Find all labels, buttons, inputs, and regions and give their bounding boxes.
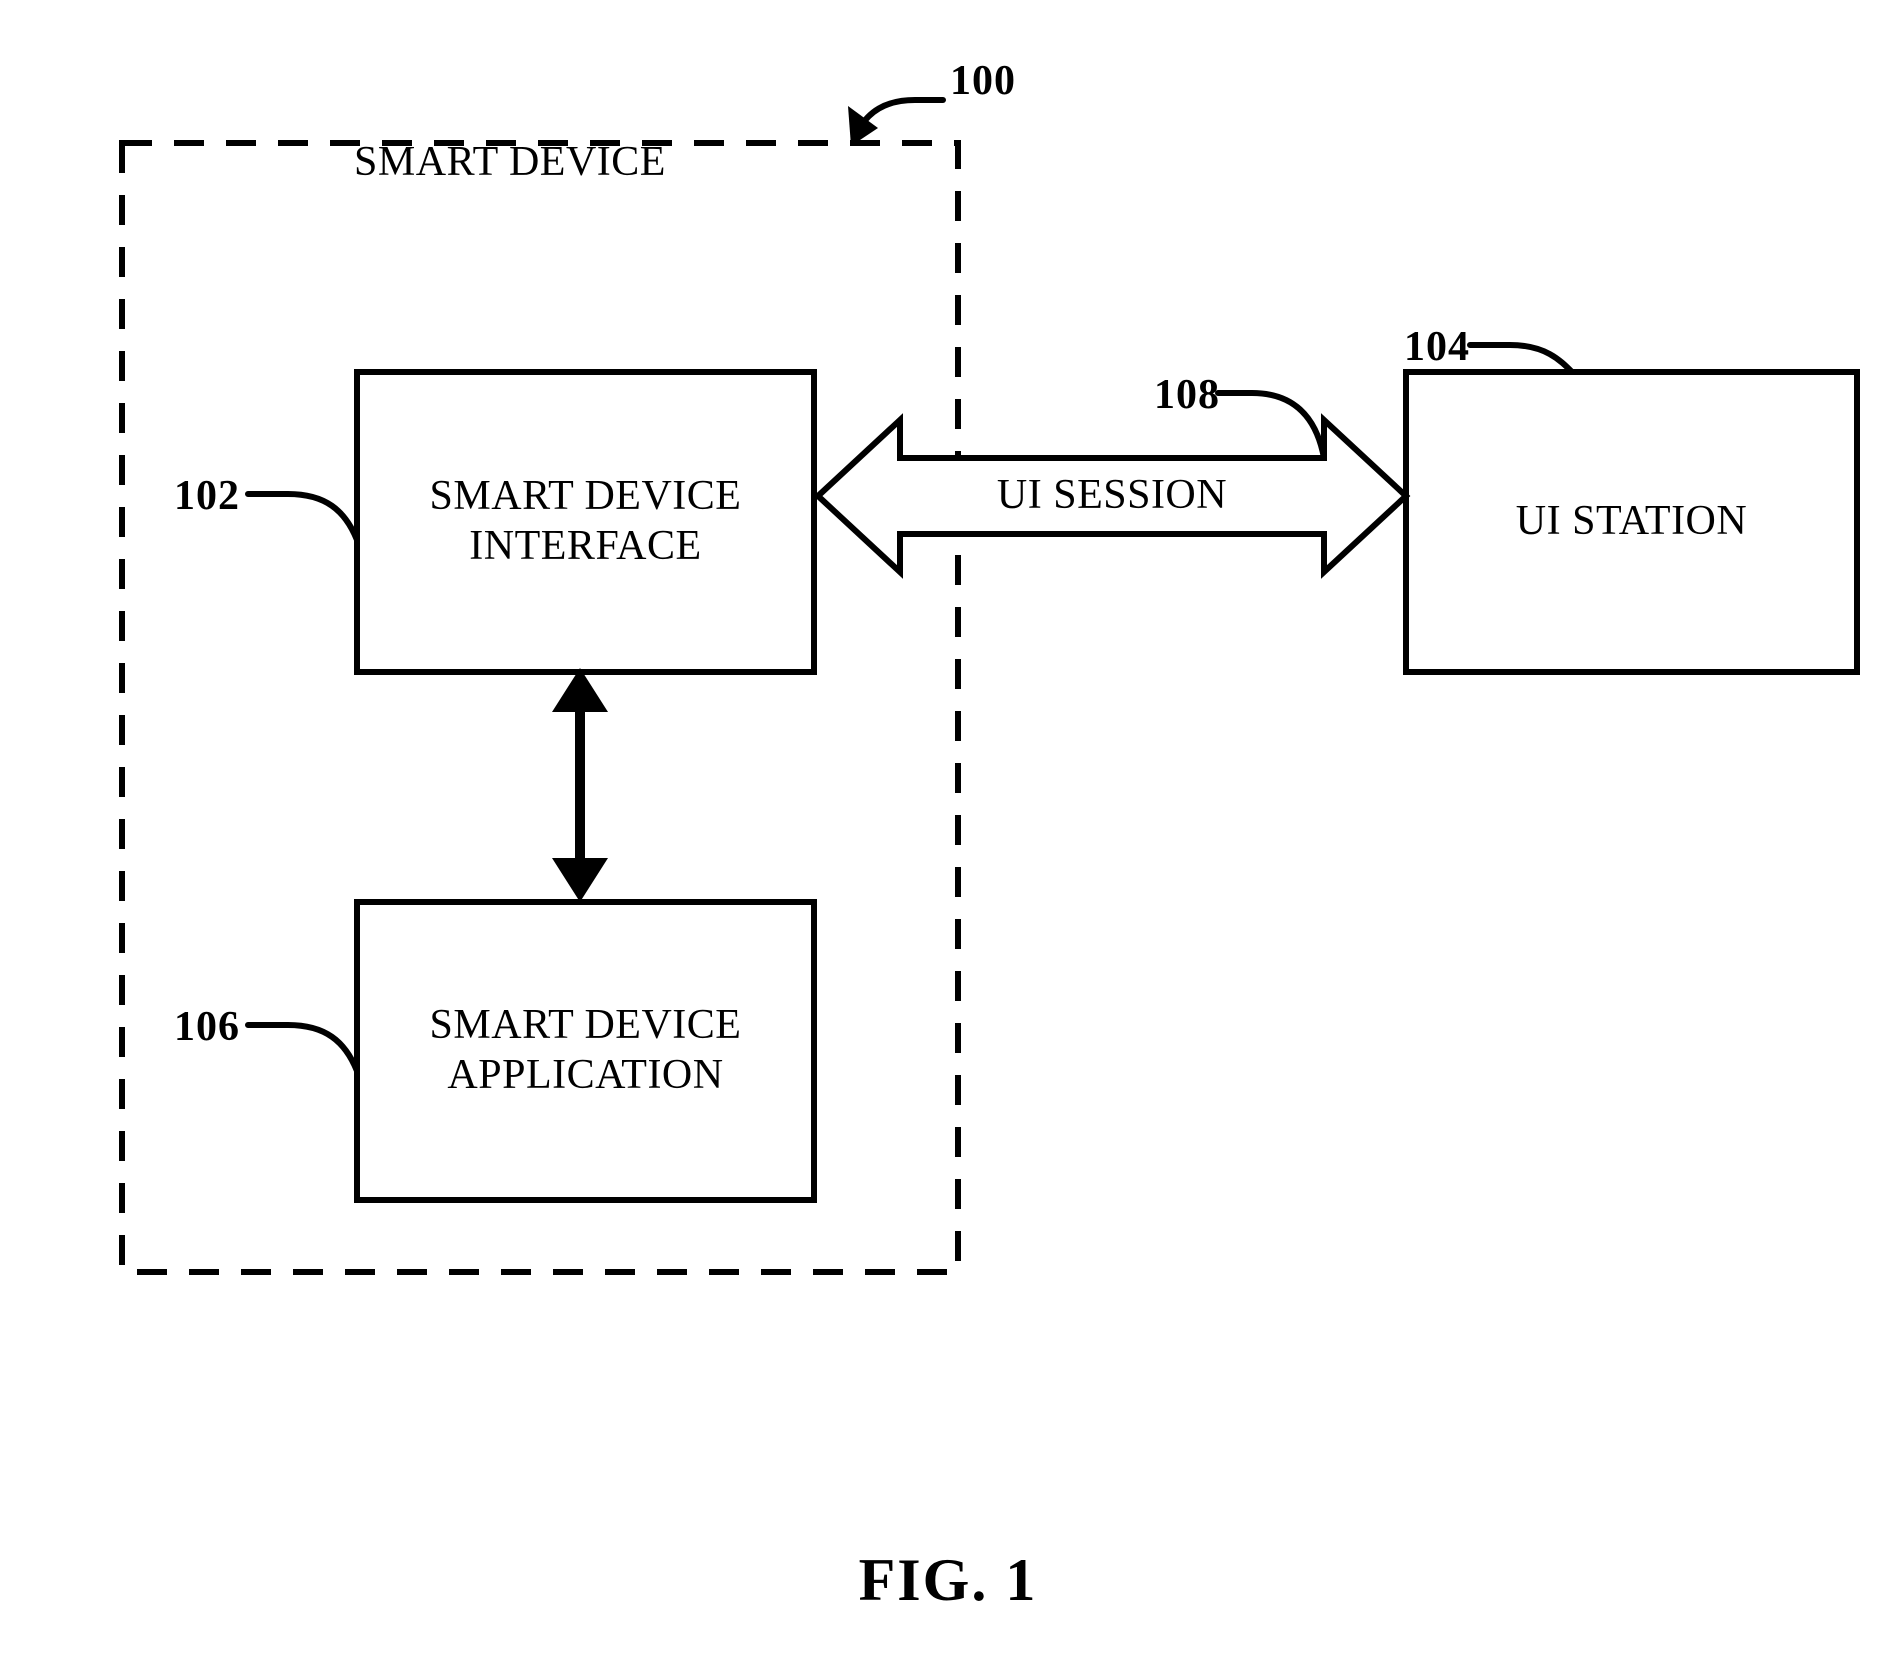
ui-station-label: UI STATION	[1515, 498, 1748, 545]
ref-numeral-102: 102	[174, 473, 240, 519]
leader-line-104	[1467, 342, 1575, 375]
smart-device-application-label-line2: APPLICATION	[447, 1052, 724, 1098]
leader-line-102	[245, 491, 360, 543]
smart-device-enclosure-title: SMART DEVICE	[354, 139, 666, 185]
ref-numeral-100: 100	[950, 58, 1016, 104]
interface-application-arrowhead-down	[552, 858, 608, 902]
figure-vector-layer	[119, 97, 1860, 1275]
smart-device-interface-label-line1: SMART DEVICE	[429, 473, 742, 520]
ui-session-label: UI SESSION	[996, 472, 1228, 519]
figure-canvas: 100 SMART DEVICE 102 SMART DEVICE INTERF…	[0, 0, 1896, 1677]
leader-line-106	[245, 1022, 360, 1074]
ref-numeral-106: 106	[174, 1004, 240, 1050]
ref-numeral-104: 104	[1404, 324, 1470, 370]
smart-device-application-label: SMART DEVICE APPLICATION	[357, 911, 814, 1191]
smart-device-interface-label: SMART DEVICE INTERFACE	[357, 381, 814, 663]
smart-device-application-label-line1: SMART DEVICE	[429, 1002, 742, 1049]
smart-device-interface-label-line2: INTERFACE	[469, 523, 702, 569]
figure-caption: FIG. 1	[858, 1547, 1038, 1613]
